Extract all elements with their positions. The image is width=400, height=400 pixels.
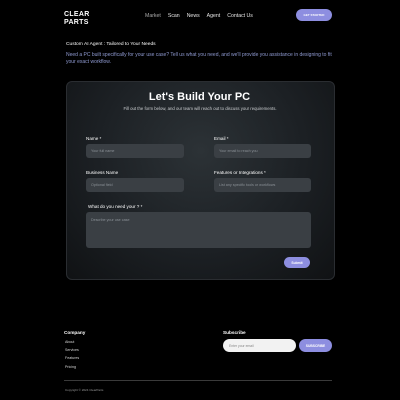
subscribe-email-input[interactable]: Enter your email — [223, 339, 296, 352]
footer-link-pricing[interactable]: Pricing — [65, 365, 79, 369]
email-placeholder: Your email to reach you — [219, 149, 258, 153]
email-label: Email * — [214, 136, 229, 141]
get-started-button[interactable]: GET STARTED — [296, 9, 332, 21]
subscribe-placeholder: Enter your email — [229, 343, 254, 348]
footer-subscribe-heading: Subscribe — [223, 330, 246, 335]
logo-line-1: CLEAR — [64, 11, 90, 18]
footer-link-features[interactable]: Features — [65, 356, 79, 360]
use-case-label: What do you need your ? * — [88, 204, 143, 209]
form-title: Let's Build Your PC — [148, 91, 251, 103]
name-placeholder: Your full name — [91, 149, 115, 153]
submit-button[interactable]: Submit — [284, 257, 310, 268]
use-case-textarea[interactable]: Describe your use case — [86, 212, 311, 248]
form-subtitle: Fill out the form below, and our team wi… — [123, 106, 277, 111]
footer-company-heading: Company — [64, 330, 86, 335]
name-input[interactable]: Your full name — [86, 144, 184, 158]
main-nav: Market Scan News Agent Contact Us — [145, 13, 253, 19]
footer-links: About Services Features Pricing — [65, 340, 79, 369]
nav-news[interactable]: News — [187, 13, 200, 19]
copyright: Copyright © 2024 ClearParts — [65, 388, 104, 392]
business-name-input[interactable]: Optional field — [86, 178, 184, 192]
intro-tagline: Custom AI Agent : Tailored to Your Needs — [66, 42, 156, 47]
nav-scan[interactable]: Scan — [168, 13, 180, 19]
intro-description: Need a PC built specifically for your us… — [66, 52, 332, 65]
use-case-placeholder: Describe your use case — [91, 218, 130, 222]
business-name-placeholder: Optional field — [91, 183, 113, 187]
footer-divider — [64, 380, 332, 381]
features-placeholder: List any specific tools or workflows — [219, 183, 276, 187]
footer-link-services[interactable]: Services — [65, 348, 79, 352]
email-input[interactable]: Your email to reach you — [214, 144, 311, 158]
features-input[interactable]: List any specific tools or workflows — [214, 178, 311, 192]
name-label: Name * — [86, 136, 102, 141]
nav-market[interactable]: Market — [145, 13, 161, 19]
logo[interactable]: CLEAR PARTS — [64, 11, 90, 26]
business-name-label: Business Name — [86, 170, 119, 175]
nav-agent[interactable]: Agent — [207, 13, 221, 19]
nav-contact-us[interactable]: Contact Us — [227, 13, 253, 19]
logo-line-2: PARTS — [64, 18, 89, 26]
subscribe-button[interactable]: SUBSCRIBE — [299, 339, 332, 352]
features-label: Features or Integrations * — [214, 170, 266, 175]
footer-link-about[interactable]: About — [65, 340, 79, 344]
